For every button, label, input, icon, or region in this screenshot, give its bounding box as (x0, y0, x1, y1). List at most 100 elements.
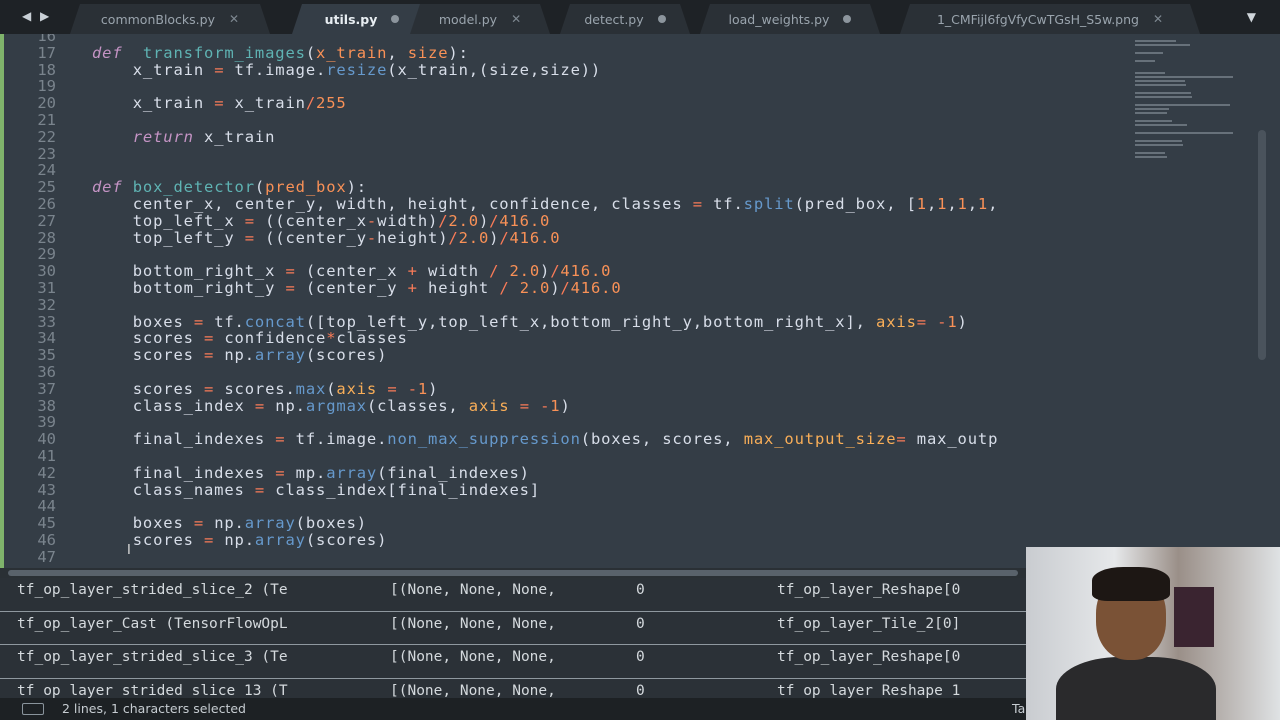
code-line: 43 class_names = class_index[final_index… (0, 480, 1135, 499)
close-tab-icon[interactable]: ✕ (511, 12, 521, 26)
line-number: 35 (37, 346, 56, 365)
code-token: = (916, 312, 927, 331)
code-token: scores (92, 329, 204, 348)
unsaved-dot-icon[interactable] (391, 15, 399, 23)
vertical-scrollbar[interactable] (1258, 130, 1266, 360)
tab-dropdown-icon[interactable]: ▼ (1247, 10, 1256, 24)
code-token: mp. (285, 463, 327, 482)
code-line: 38 class_index = np.argmax(classes, axis… (0, 396, 1135, 415)
code-token: + (407, 262, 418, 281)
code-token: array (254, 346, 306, 365)
code-token: np. (214, 530, 255, 549)
code-token: / (550, 262, 561, 281)
code-token: np. (214, 346, 255, 365)
nav-right-icon[interactable]: ▶ (40, 9, 49, 23)
code-token: = (275, 463, 286, 482)
code-line: 35 scores = np.array(scores) (0, 347, 1135, 364)
code-token: axis (336, 379, 378, 398)
unsaved-dot-icon[interactable] (658, 15, 666, 23)
code-token: bottom_right_y (92, 278, 286, 297)
tab-1[interactable]: commonBlocks.py ✕ (70, 4, 270, 34)
code-token: / (499, 278, 510, 297)
summary-connected: tf_op_layer_Reshape[0 (777, 649, 961, 665)
line-number: 21 (37, 110, 56, 129)
code-token: confidence (214, 329, 327, 348)
summary-connected: tf_op_layer_Reshape_1 (777, 682, 961, 699)
code-text: class_names = class_index[final_indexes] (92, 480, 540, 499)
minimap-line (1135, 112, 1167, 114)
minimap-line (1135, 60, 1155, 62)
summary-shape: [(None, None, None, (390, 615, 556, 632)
unsaved-dot-icon[interactable] (843, 15, 851, 23)
code-token: / (560, 278, 571, 297)
minimap[interactable] (1135, 34, 1255, 158)
code-token: ([top_left_y,top_left_x,bottom_right_y,b… (305, 312, 877, 331)
code-token: max (295, 379, 327, 398)
code-token: , (947, 194, 958, 213)
code-token: 1 (550, 396, 561, 415)
minimap-line (1135, 120, 1173, 122)
code-token: width) (377, 211, 439, 230)
code-token: max_outp (906, 430, 999, 449)
tab-5[interactable]: load_weights.py (700, 4, 880, 34)
code-line: 17 def transform_images(x_train, size): (0, 44, 1135, 62)
code-token: = (193, 514, 205, 533)
minimap-line (1135, 156, 1167, 158)
code-token: array (326, 463, 378, 482)
code-token: bottom_right_x (92, 262, 286, 281)
code-line: 26 center_x, center_y, width, height, co… (0, 196, 1135, 213)
code-token: = (204, 329, 215, 348)
minimap-line (1135, 92, 1192, 94)
code-token: = (285, 278, 296, 297)
code-editor[interactable]: 16 17 def transform_images(x_train, size):… (0, 34, 1280, 568)
code-token: - (937, 312, 948, 331)
summary-params: 0 (636, 582, 645, 598)
tab-3[interactable]: model.py ✕ (410, 4, 550, 34)
code-token: def (92, 178, 123, 197)
line-number: 45 (37, 514, 56, 533)
line-number: 26 (37, 194, 56, 213)
code-token: * (326, 329, 337, 348)
minimap-line (1135, 96, 1193, 98)
line-number: 37 (37, 379, 56, 398)
code-token: 1 (977, 194, 989, 213)
tab-label: detect.py (584, 11, 644, 27)
summary-layer: tf_op_layer_strided_slice_3 (Te (17, 649, 288, 665)
minimap-line (1135, 44, 1190, 46)
close-tab-icon[interactable]: ✕ (229, 12, 239, 26)
code-line: 39 (0, 414, 1135, 431)
code-line: 40 final_indexes = tf.image.non_max_supp… (0, 431, 1135, 448)
line-number: 25 (37, 178, 56, 197)
summary-shape: [(None, None, None, (390, 649, 556, 665)
line-number: 27 (37, 211, 56, 230)
tab-2[interactable]: utils.py (292, 4, 432, 34)
code-token: boxes (92, 514, 194, 533)
code-line: 44 (0, 498, 1135, 515)
line-number: 28 (37, 228, 56, 247)
code-text: return x_train (92, 128, 275, 146)
close-tab-icon[interactable]: ✕ (1153, 12, 1163, 26)
tab-size-indicator[interactable]: Ta (1012, 701, 1025, 716)
scrollbar-thumb[interactable] (8, 570, 1018, 576)
code-token: scores. (214, 379, 296, 398)
code-text: scores = np.array(scores) (92, 347, 387, 364)
code-token: split (743, 194, 795, 213)
nav-left-icon[interactable]: ◀ (22, 9, 31, 23)
summary-params: 0 (636, 649, 645, 665)
text-cursor-icon: I (127, 543, 131, 558)
code-token: (center_x (295, 262, 408, 281)
code-token: ) (560, 396, 571, 415)
code-text: class_index = np.argmax(classes, axis = … (92, 396, 571, 415)
code-token: ((center_y (254, 228, 367, 247)
code-token: (scores) (305, 346, 388, 365)
code-line: 25 def box_detector(pred_box): (0, 179, 1135, 196)
code-token: resize (326, 60, 388, 79)
tab-4[interactable]: detect.py (560, 4, 690, 34)
code-token: scores (92, 346, 204, 365)
code-token: class_names (92, 480, 255, 499)
code-line: 41 (0, 448, 1135, 465)
panel-toggle-icon[interactable] (22, 703, 44, 715)
tab-6[interactable]: 1_CMFijl6fgVfyCwTGsH_S5w.png ✕ (900, 4, 1200, 34)
